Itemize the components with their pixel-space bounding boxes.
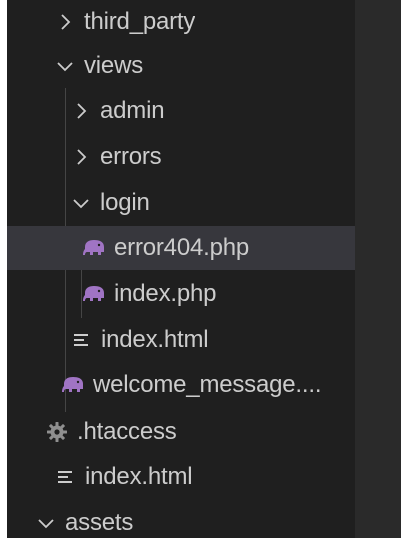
tree-item-welcome-message[interactable]: welcome_message....: [7, 363, 355, 407]
chevron-down-icon: [35, 512, 57, 534]
tree-item-label: welcome_message....: [93, 371, 322, 398]
tree-item-views[interactable]: views: [7, 44, 355, 88]
php-elephant-icon: [61, 373, 85, 397]
tree-item-index-html[interactable]: index.html: [7, 318, 355, 362]
tree-item-errors[interactable]: errors: [7, 135, 355, 179]
tree-item-login[interactable]: login: [7, 181, 355, 225]
tree-item-label: index.html: [85, 463, 193, 490]
chevron-right-icon: [70, 146, 92, 168]
tree-item-htaccess[interactable]: .htaccess: [7, 410, 355, 454]
lines-file-icon: [69, 328, 93, 352]
chevron-down-icon: [54, 55, 76, 77]
tree-item-label: errors: [100, 143, 162, 170]
scrollbar-track[interactable]: [355, 0, 401, 538]
tree-item-label: login: [100, 189, 150, 216]
tree-item-label: error404.php: [114, 234, 250, 261]
tree-item-label: views: [84, 52, 144, 79]
tree-item-label: third_party: [84, 8, 196, 35]
tree-item-label: admin: [100, 97, 165, 124]
tree-item-third-party[interactable]: third_party: [7, 0, 355, 44]
tree-item-label: index.html: [101, 326, 209, 353]
tree-item-error404-php[interactable]: error404.php: [7, 226, 355, 270]
tree-item-admin[interactable]: admin: [7, 89, 355, 133]
tree-item-label: .htaccess: [77, 418, 177, 445]
php-elephant-icon: [82, 236, 106, 260]
tree-item-index-php[interactable]: index.php: [7, 272, 355, 316]
chevron-right-icon: [70, 100, 92, 122]
chevron-right-icon: [54, 11, 76, 33]
tree-item-label: assets: [65, 509, 134, 536]
tree-item-assets[interactable]: assets: [7, 501, 355, 538]
php-elephant-icon: [82, 282, 106, 306]
lines-file-icon: [53, 465, 77, 489]
chevron-down-icon: [70, 192, 92, 214]
tree-item-index-html[interactable]: index.html: [7, 455, 355, 499]
gear-icon: [45, 420, 69, 444]
tree-item-label: index.php: [114, 280, 217, 307]
file-explorer-tree: third_party views admin errors login err…: [7, 0, 355, 538]
